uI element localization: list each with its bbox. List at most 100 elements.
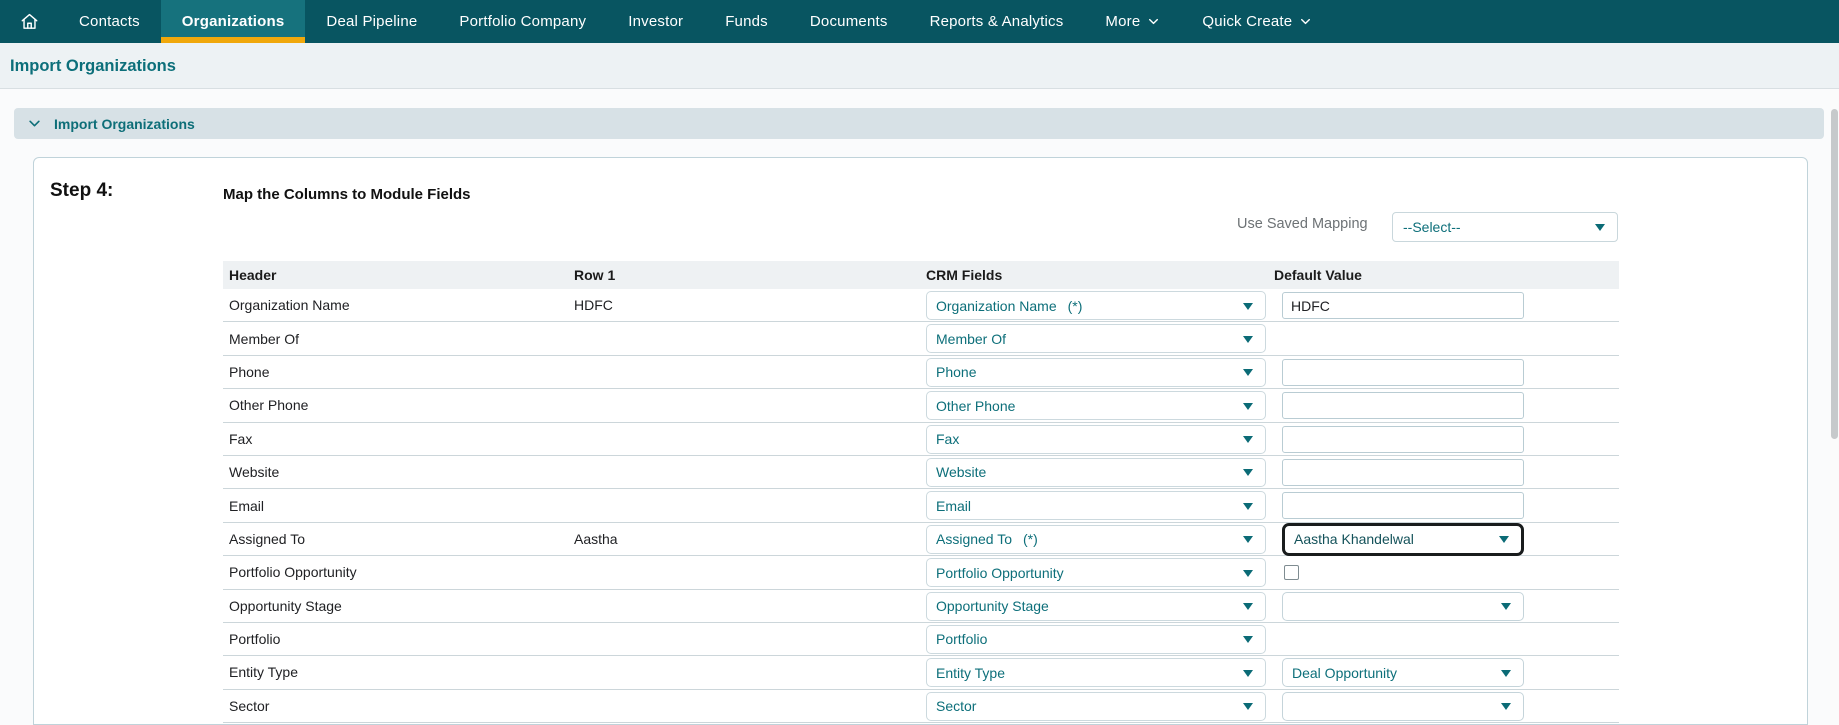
nav-item-reports-analytics[interactable]: Reports & Analytics bbox=[909, 0, 1085, 43]
default-value-input-other-phone[interactable] bbox=[1282, 392, 1524, 419]
crm-field-select-value: Website bbox=[936, 464, 986, 480]
crm-field-select-value: Other Phone bbox=[936, 398, 1015, 414]
collapse-bar-title: Import Organizations bbox=[54, 116, 195, 132]
crm-field-select-entity-type[interactable]: Entity Type bbox=[926, 658, 1266, 687]
dropdown-arrow-icon bbox=[1243, 403, 1253, 410]
step-label: Step 4: bbox=[50, 180, 113, 202]
step-title: Map the Columns to Module Fields bbox=[223, 186, 471, 203]
nav-item-documents[interactable]: Documents bbox=[789, 0, 909, 43]
vertical-scrollbar[interactable] bbox=[1830, 89, 1839, 725]
crm-field-select-organization-name[interactable]: Organization Name(*) bbox=[926, 291, 1266, 320]
table-row-opportunity-stage: Opportunity StageOpportunity Stage bbox=[223, 590, 1619, 623]
crm-field-select-value: Email bbox=[936, 498, 971, 514]
nav-item-investor[interactable]: Investor bbox=[607, 0, 704, 43]
crm-field-select-value: Opportunity Stage bbox=[936, 598, 1049, 614]
crm-field-select-sector[interactable]: Sector bbox=[926, 692, 1266, 721]
crm-field-select-member-of[interactable]: Member Of bbox=[926, 324, 1266, 353]
column-header: CRM Fields bbox=[926, 261, 1002, 289]
crm-field-select-email[interactable]: Email bbox=[926, 491, 1266, 520]
nav-item-label: Reports & Analytics bbox=[930, 13, 1064, 30]
nav-item-label: Quick Create bbox=[1202, 13, 1292, 30]
dropdown-arrow-icon bbox=[1243, 703, 1253, 710]
header-cell: Other Phone bbox=[229, 389, 308, 421]
crm-field-select-value: Fax bbox=[936, 431, 959, 447]
import-step-panel: Step 4: Map the Columns to Module Fields… bbox=[33, 157, 1808, 725]
page-header-strip: Import Organizations bbox=[0, 43, 1839, 89]
table-row-portfolio-opportunity: Portfolio Opportunity Portfolio Opportuni… bbox=[223, 556, 1619, 589]
crm-field-select-value: Entity Type bbox=[936, 665, 1005, 681]
nav-item-quick-create[interactable]: Quick Create bbox=[1181, 0, 1333, 43]
default-value-input-website[interactable] bbox=[1282, 459, 1524, 486]
field-mapping-table: Header Row 1 CRM Fields Default Value Or… bbox=[223, 261, 1619, 723]
row1-cell: Aastha bbox=[574, 523, 618, 555]
nav-item-deal-pipeline[interactable]: Deal Pipeline bbox=[305, 0, 438, 43]
default-value-input-organization-name[interactable] bbox=[1282, 292, 1524, 319]
nav-item-label: Funds bbox=[725, 13, 768, 30]
column-header: Row 1 bbox=[574, 261, 615, 289]
top-navbar: Contacts Organizations Deal PipelinePortfo… bbox=[0, 0, 1839, 43]
saved-mapping-select[interactable]: --Select-- bbox=[1392, 212, 1618, 242]
dropdown-arrow-icon bbox=[1243, 303, 1253, 310]
default-value-select-opportunity-stage[interactable] bbox=[1282, 592, 1524, 621]
table-row-other-phone: Other Phone Other Phone bbox=[223, 389, 1619, 422]
table-row-email: EmailEmail bbox=[223, 489, 1619, 522]
default-value-input-email[interactable] bbox=[1282, 492, 1524, 519]
crm-field-select-phone[interactable]: Phone bbox=[926, 358, 1266, 387]
scrollbar-thumb[interactable] bbox=[1831, 109, 1838, 439]
default-value-input-fax[interactable] bbox=[1282, 426, 1524, 453]
table-row-organization-name: Organization Name HDFC Organization Name(*… bbox=[223, 289, 1619, 322]
default-value-select-sector[interactable] bbox=[1282, 692, 1524, 721]
table-row-phone: PhonePhone bbox=[223, 356, 1619, 389]
header-cell: Entity Type bbox=[229, 656, 298, 688]
dropdown-arrow-icon bbox=[1243, 503, 1253, 510]
crm-field-select-opportunity-stage[interactable]: Opportunity Stage bbox=[926, 592, 1266, 621]
dropdown-arrow-icon bbox=[1243, 636, 1253, 643]
nav-item-portfolio-company[interactable]: Portfolio Company bbox=[438, 0, 607, 43]
use-saved-mapping-label: Use Saved Mapping bbox=[1237, 216, 1368, 232]
table-row-member-of: Member Of Member Of bbox=[223, 322, 1619, 355]
home-icon bbox=[18, 10, 41, 33]
nav-item-more[interactable]: More bbox=[1084, 0, 1181, 43]
dropdown-arrow-icon bbox=[1595, 224, 1605, 231]
header-cell: Portfolio Opportunity bbox=[229, 556, 357, 588]
table-row-sector: Sector Sector bbox=[223, 690, 1619, 723]
dropdown-arrow-icon bbox=[1243, 336, 1253, 343]
dropdown-arrow-icon bbox=[1499, 536, 1509, 543]
required-marker: (*) bbox=[1068, 298, 1083, 314]
default-value-input-phone[interactable] bbox=[1282, 359, 1524, 386]
header-cell: Organization Name bbox=[229, 289, 350, 321]
crm-field-select-portfolio-opportunity[interactable]: Portfolio Opportunity bbox=[926, 558, 1266, 587]
nav-item-organizations[interactable]: Organizations bbox=[161, 0, 306, 43]
import-organizations-collapse-bar[interactable]: Import Organizations bbox=[14, 108, 1824, 139]
header-cell: Fax bbox=[229, 423, 252, 455]
home-button[interactable] bbox=[0, 0, 58, 43]
column-header: Default Value bbox=[1274, 261, 1362, 289]
crm-field-select-value: Portfolio bbox=[936, 631, 987, 647]
dropdown-arrow-icon bbox=[1243, 603, 1253, 610]
default-value-select-assigned-to[interactable]: Aastha Khandelwal bbox=[1282, 523, 1524, 556]
crm-field-select-assigned-to[interactable]: Assigned To(*) bbox=[926, 525, 1266, 554]
header-cell: Portfolio bbox=[229, 623, 280, 655]
table-header-row: Header Row 1 CRM Fields Default Value bbox=[223, 261, 1619, 289]
dropdown-arrow-icon bbox=[1243, 469, 1253, 476]
nav-item-contacts[interactable]: Contacts bbox=[58, 0, 161, 43]
dropdown-arrow-icon bbox=[1243, 570, 1253, 577]
nav-item-funds[interactable]: Funds bbox=[704, 0, 789, 43]
dropdown-arrow-icon bbox=[1243, 369, 1253, 376]
row1-cell: HDFC bbox=[574, 289, 613, 321]
header-cell: Sector bbox=[229, 690, 269, 722]
crm-field-select-value: Portfolio Opportunity bbox=[936, 565, 1064, 581]
crm-field-select-fax[interactable]: Fax bbox=[926, 425, 1266, 454]
column-header: Header bbox=[229, 261, 276, 289]
default-value-select-entity-type[interactable]: Deal Opportunity bbox=[1282, 658, 1524, 687]
crm-field-select-portfolio[interactable]: Portfolio bbox=[926, 625, 1266, 654]
crm-field-select-value: Assigned To bbox=[936, 531, 1012, 547]
crm-field-select-other-phone[interactable]: Other Phone bbox=[926, 391, 1266, 420]
default-value-select-value: Deal Opportunity bbox=[1292, 665, 1397, 681]
default-value-checkbox-portfolio-opportunity[interactable] bbox=[1284, 565, 1299, 580]
nav-item-label: Organizations bbox=[182, 13, 285, 30]
crm-field-select-website[interactable]: Website bbox=[926, 458, 1266, 487]
header-cell: Member Of bbox=[229, 322, 299, 354]
header-cell: Website bbox=[229, 456, 279, 488]
dropdown-arrow-icon bbox=[1501, 603, 1511, 610]
